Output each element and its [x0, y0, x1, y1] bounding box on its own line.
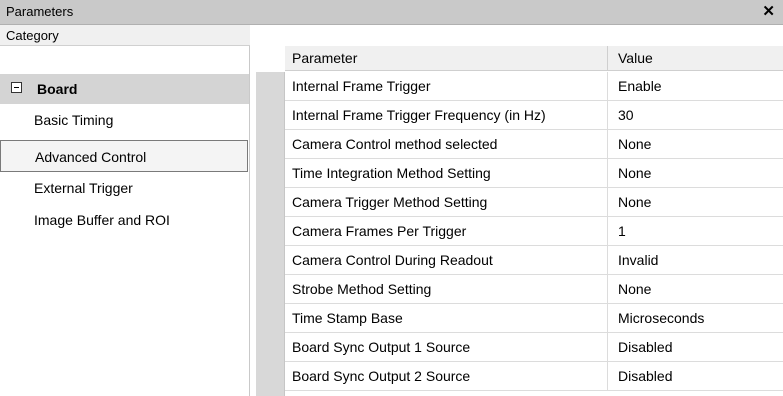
table-row[interactable]: Internal Frame Trigger Frequency (in Hz)…: [285, 101, 783, 130]
cell-divider: [607, 101, 608, 130]
category-header: Category: [0, 25, 250, 46]
parameter-value[interactable]: Invalid: [618, 252, 658, 268]
cell-divider: [607, 72, 608, 101]
cell-divider: [607, 304, 608, 333]
collapse-minus-icon[interactable]: [11, 82, 22, 93]
cell-divider: [607, 130, 608, 159]
table-row[interactable]: Camera Trigger Method Setting None: [285, 188, 783, 217]
column-header-parameter[interactable]: Parameter: [292, 50, 357, 66]
category-group-label: Board: [37, 81, 78, 97]
parameter-name: Internal Frame Trigger: [292, 78, 431, 94]
category-group-board[interactable]: Board: [0, 74, 249, 104]
parameter-name: Time Stamp Base: [292, 310, 403, 326]
column-divider[interactable]: [607, 46, 608, 70]
close-icon[interactable]: ✕: [762, 2, 775, 20]
parameter-value[interactable]: Disabled: [618, 339, 672, 355]
parameter-name: Camera Frames Per Trigger: [292, 223, 467, 239]
parameter-name: Board Sync Output 2 Source: [292, 368, 471, 384]
window-title: Parameters: [6, 4, 74, 19]
table-row[interactable]: Board Sync Output 2 Source Disabled: [285, 362, 783, 391]
category-item-advanced-control[interactable]: Advanced Control: [0, 140, 248, 172]
parameter-value[interactable]: None: [618, 165, 651, 181]
parameter-name: Internal Frame Trigger Frequency (in Hz): [292, 107, 546, 123]
cell-divider: [607, 275, 608, 304]
cell-divider: [607, 217, 608, 246]
parameter-name: Time Integration Method Setting: [292, 165, 491, 181]
category-pane: Board Basic Timing Advanced Control Exte…: [0, 46, 250, 396]
category-header-label: Category: [6, 28, 59, 43]
table-row[interactable]: Time Integration Method Setting None: [285, 159, 783, 188]
category-item-label: Basic Timing: [34, 112, 114, 128]
parameter-value[interactable]: None: [618, 194, 651, 210]
cell-divider: [607, 362, 608, 391]
grid-header: Parameter Value: [285, 46, 783, 71]
parameter-name: Camera Control method selected: [292, 136, 498, 152]
parameter-value[interactable]: Microseconds: [618, 310, 704, 326]
category-item-label: Image Buffer and ROI: [34, 212, 170, 228]
table-row[interactable]: Strobe Method Setting None: [285, 275, 783, 304]
category-item-external-trigger[interactable]: External Trigger: [0, 172, 248, 204]
parameter-name: Board Sync Output 1 Source: [292, 339, 471, 355]
parameter-name: Strobe Method Setting: [292, 281, 432, 297]
parameter-name: Camera Control During Readout: [292, 252, 493, 268]
title-bar: Parameters ✕: [0, 0, 783, 25]
cell-divider: [607, 246, 608, 275]
parameter-value[interactable]: Disabled: [618, 368, 672, 384]
table-row[interactable]: Camera Frames Per Trigger 1: [285, 217, 783, 246]
table-row[interactable]: Time Stamp Base Microseconds: [285, 304, 783, 333]
cell-divider: [607, 333, 608, 362]
parameter-value[interactable]: Enable: [618, 78, 662, 94]
parameter-value[interactable]: 30: [618, 107, 634, 123]
parameter-value[interactable]: None: [618, 281, 651, 297]
parameter-value[interactable]: None: [618, 136, 651, 152]
column-header-value[interactable]: Value: [618, 50, 653, 66]
category-item-label: External Trigger: [34, 180, 133, 196]
table-row[interactable]: Internal Frame Trigger Enable: [285, 72, 783, 101]
table-row[interactable]: Camera Control During Readout Invalid: [285, 246, 783, 275]
row-gutter: [256, 72, 285, 396]
parameter-value[interactable]: 1: [618, 223, 626, 239]
cell-divider: [607, 159, 608, 188]
table-row[interactable]: Board Sync Output 1 Source Disabled: [285, 333, 783, 362]
category-item-basic-timing[interactable]: Basic Timing: [0, 104, 248, 136]
category-item-label: Advanced Control: [35, 149, 147, 165]
category-item-image-buffer-roi[interactable]: Image Buffer and ROI: [0, 204, 248, 236]
parameter-name: Camera Trigger Method Setting: [292, 194, 488, 210]
parameter-grid: Internal Frame Trigger Enable Internal F…: [285, 72, 783, 396]
cell-divider: [607, 188, 608, 217]
table-row[interactable]: Camera Control method selected None: [285, 130, 783, 159]
